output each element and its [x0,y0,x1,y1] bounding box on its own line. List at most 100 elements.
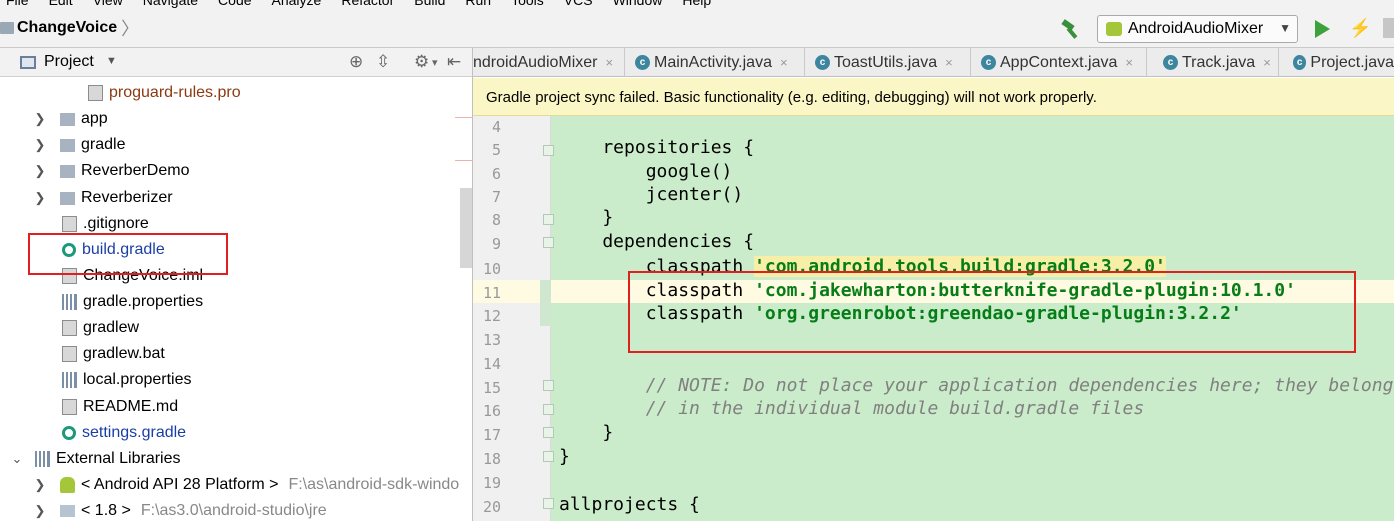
close-icon[interactable]: × [1263,55,1271,70]
project-panel-title[interactable]: Project [44,53,94,71]
tree-item-label: External Libraries [56,450,181,467]
fold-icon[interactable] [543,145,554,156]
toolbar-overflow[interactable] [1383,18,1394,38]
tree-item-label: gradlew [83,319,140,336]
line-number: 16 [482,402,501,420]
line-number: 5 [491,141,501,159]
tree-item[interactable]: ❯ Reverberizer [0,185,460,211]
tab-toast-utils[interactable]: c ToastUtils.java × [805,48,971,77]
menu-navigate[interactable]: Navigate [137,0,198,8]
tab-app-context[interactable]: c AppContext.java × [971,48,1147,77]
tab-label: ndroidAudioMixer [473,53,598,71]
menu-code[interactable]: Code [212,0,251,8]
chevron-right-icon[interactable]: ❯ [33,190,47,206]
tree-item[interactable]: gradle.properties [0,289,460,315]
tab-track[interactable]: c Track.java × [1147,48,1279,77]
settings-dropdown-icon[interactable]: ▾ [432,56,438,69]
close-icon[interactable]: × [1125,55,1133,70]
tree-item[interactable]: README.md [0,394,460,420]
chevron-down-icon[interactable]: ▼ [106,55,117,67]
tree-item-label: proguard-rules.pro [109,84,241,101]
collapse-all-icon[interactable]: ⇳ [376,52,390,72]
close-icon[interactable]: × [606,55,614,70]
breadcrumb[interactable]: ChangeVoice 〉 [0,17,139,39]
close-icon[interactable]: × [945,55,953,70]
project-view-icon [20,56,36,69]
tab-audio-mixer[interactable]: ndroidAudioMixer × [473,48,625,77]
fold-icon[interactable] [543,214,554,225]
chevron-right-icon[interactable]: ❯ [33,137,47,153]
code-line: google() [559,161,733,182]
menu-refactor[interactable]: Refactor [335,0,394,8]
chevron-right-icon[interactable]: ❯ [33,163,47,179]
class-icon: c [1163,55,1178,70]
fold-icon[interactable] [543,404,554,415]
line-number: 18 [482,450,501,468]
tree-item[interactable]: gradlew.bat [0,341,460,367]
tree-item[interactable]: ❯ < Android API 28 Platform > F:\as\andr… [0,472,460,498]
fold-icon[interactable] [543,380,554,391]
tree-item-external-libraries[interactable]: ⌄ External Libraries [0,446,460,472]
fold-icon[interactable] [543,498,554,509]
menu-file[interactable]: File [0,0,29,8]
locate-icon[interactable]: ⊕ [349,52,363,72]
menu-analyze[interactable]: Analyze [266,0,322,8]
file-icon [62,399,77,415]
project-panel-header: Project ▼ ⊕ ⇳ ⚙ ▾ ⇤ [0,48,472,77]
breadcrumb-project[interactable]: ChangeVoice [17,19,117,37]
menu-tools[interactable]: Tools [505,0,544,8]
scrollbar[interactable] [460,188,472,268]
fold-icon[interactable] [543,237,554,248]
menu-view[interactable]: View [87,0,123,8]
hammer-icon[interactable] [1060,19,1082,39]
tab-project[interactable]: c Project.java [1279,48,1394,77]
module-icon [60,191,75,205]
chevron-right-icon[interactable]: ❯ [33,477,47,493]
line-number: 19 [482,474,501,492]
divider [455,160,472,161]
apply-changes-icon[interactable]: ⚡ [1349,18,1371,39]
line-number: 4 [491,118,501,136]
menu-build[interactable]: Build [408,0,445,8]
tab-main-activity[interactable]: c MainActivity.java × [625,48,805,77]
tree-item[interactable]: ❯ app [0,106,460,132]
menu-vcs[interactable]: VCS [558,0,593,8]
close-icon[interactable]: × [780,55,788,70]
hide-panel-icon[interactable]: ⇤ [447,52,461,72]
menu-window[interactable]: Window [607,0,663,8]
fold-icon[interactable] [543,451,554,462]
tree-item[interactable]: settings.gradle [0,420,460,446]
menu-help[interactable]: Help [676,0,711,8]
tree-item[interactable]: ❯ gradle [0,132,460,158]
code-comment: // in the individual module build.gradle… [559,398,1145,419]
chevron-down-icon[interactable]: ⌄ [10,451,24,467]
line-number: 9 [491,235,501,253]
line-number: 20 [482,498,501,516]
run-configuration-select[interactable]: AndroidAudioMixer ▼ [1097,15,1298,43]
code-line: } [559,446,570,467]
fold-icon[interactable] [543,427,554,438]
tree-item[interactable]: proguard-rules.pro [0,80,460,106]
gear-icon[interactable]: ⚙ [414,52,429,72]
properties-icon [62,294,77,310]
tree-item[interactable]: local.properties [0,367,460,393]
tree-item-hint: F:\as3.0\android-studio\jre [140,502,327,519]
menu-edit[interactable]: Edit [43,0,73,8]
tree-item[interactable]: ❯ < 1.8 > F:\as3.0\android-studio\jre [0,498,460,521]
tree-item[interactable]: gradlew [0,315,460,341]
properties-icon [62,372,77,388]
chevron-right-icon[interactable]: ❯ [33,503,47,519]
run-button[interactable] [1315,20,1330,38]
tree-item[interactable]: ❯ ReverberDemo [0,158,460,184]
line-number: 6 [491,165,501,183]
tab-label: AppContext.java [1000,53,1118,71]
tree-item-label: gradlew.bat [83,345,165,362]
tree-item-label: local.properties [83,371,192,388]
chevron-right-icon[interactable]: ❯ [33,111,47,127]
highlight-box [28,233,228,275]
menu-run[interactable]: Run [459,0,491,8]
tree-item-label: app [81,110,108,127]
tree-item-label: gradle.properties [83,293,204,310]
code-line: allprojects { [559,494,700,515]
line-number: 11 [482,284,501,302]
